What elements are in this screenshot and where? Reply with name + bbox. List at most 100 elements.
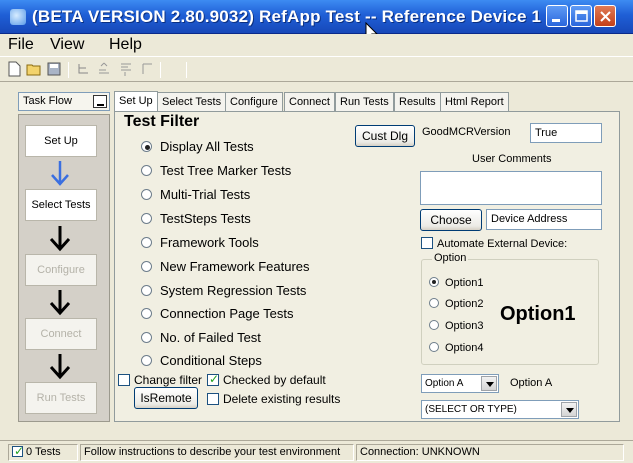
good-mcr-field[interactable]: True	[530, 123, 602, 143]
radio-icon	[141, 261, 152, 272]
toolbar	[0, 56, 633, 82]
task-flow-minimize-button[interactable]	[93, 95, 107, 108]
change-filter-checkbox[interactable]: Change filter	[118, 373, 202, 387]
choose-button[interactable]: Choose	[420, 209, 482, 231]
maximize-button[interactable]	[570, 5, 592, 27]
menu-view[interactable]: View	[50, 36, 84, 54]
radio-icon	[141, 237, 152, 248]
delete-existing-results-checkbox[interactable]: Delete existing results	[207, 392, 340, 406]
radio-icon	[429, 298, 439, 308]
tab-html-report[interactable]: Html Report	[440, 92, 509, 111]
title-bar: (BETA VERSION 2.80.9032) RefApp Test -- …	[0, 0, 633, 34]
option1-radio[interactable]: Option1	[429, 277, 484, 289]
step-select-tests[interactable]: Select Tests	[25, 189, 97, 221]
step-set-up[interactable]: Set Up	[25, 125, 97, 157]
radio-icon	[141, 285, 152, 296]
radio-icon	[429, 320, 439, 330]
chevron-down-icon[interactable]	[561, 402, 577, 417]
filter-option-conditional-steps[interactable]: Conditional Steps	[141, 353, 262, 373]
filter-option-new-framework[interactable]: New Framework Features	[141, 259, 310, 279]
filter-option-teststeps[interactable]: TestSteps Tests	[141, 211, 251, 231]
device-address-field[interactable]: Device Address	[486, 209, 602, 230]
tab-run-tests[interactable]: Run Tests	[335, 92, 394, 111]
checkbox-icon	[207, 393, 219, 405]
user-comments-label: User Comments	[472, 153, 552, 165]
option4-radio[interactable]: Option4	[429, 342, 484, 354]
toolbar-separator	[160, 62, 161, 78]
checkbox-icon	[118, 374, 130, 386]
tab-results[interactable]: Results	[394, 92, 441, 111]
tests-count: 0 Tests	[26, 446, 61, 458]
flow-arrow-icon	[51, 161, 69, 186]
filter-option-label: Conditional Steps	[160, 353, 262, 368]
selected-option-display: Option1	[500, 303, 576, 325]
close-button[interactable]	[594, 5, 616, 27]
step-connect[interactable]: Connect	[25, 318, 97, 350]
filter-option-display-all[interactable]: Display All Tests	[141, 139, 254, 159]
tab-configure[interactable]: Configure	[225, 92, 283, 111]
move-up-icon[interactable]	[96, 61, 113, 77]
new-file-icon[interactable]	[6, 61, 23, 77]
save-icon[interactable]	[46, 61, 63, 77]
task-flow-title: Task Flow	[23, 95, 72, 107]
filter-option-label: No. of Failed Test	[160, 330, 261, 345]
filter-option-connection-page[interactable]: Connection Page Tests	[141, 306, 293, 326]
test-filter-title: Test Filter	[124, 113, 200, 130]
good-mcr-label: GoodMCRVersion	[422, 126, 511, 138]
chevron-down-icon[interactable]	[481, 376, 497, 391]
radio-icon	[141, 355, 152, 366]
connection-status: Connection: UNKNOWN	[356, 444, 624, 461]
tab-connect[interactable]: Connect	[284, 92, 335, 111]
maximize-icon	[575, 10, 588, 22]
tab-select-tests[interactable]: Select Tests	[157, 92, 227, 111]
menu-help[interactable]: Help	[109, 36, 142, 54]
option-label: Option2	[445, 298, 484, 310]
radio-icon	[429, 342, 439, 352]
app-icon	[10, 9, 26, 25]
minimize-icon	[552, 19, 560, 22]
automate-label: Automate External Device:	[437, 238, 568, 250]
option3-radio[interactable]: Option3	[429, 320, 484, 332]
task-flow-header: Task Flow	[18, 92, 110, 111]
checked-by-default-label: Checked by default	[223, 373, 326, 387]
radio-icon	[141, 332, 152, 343]
tab-set-up[interactable]: Set Up	[114, 91, 158, 112]
radio-icon	[141, 308, 152, 319]
menu-file[interactable]: File	[8, 36, 34, 54]
move-down-icon[interactable]	[118, 61, 135, 77]
delete-existing-label: Delete existing results	[223, 392, 341, 406]
step-configure[interactable]: Configure	[25, 254, 97, 286]
filter-option-system-regression[interactable]: System Regression Tests	[141, 283, 306, 303]
is-remote-button[interactable]: IsRemote	[134, 387, 198, 409]
checkbox-checked-icon	[207, 372, 219, 386]
select-or-type-value: (SELECT OR TYPE)	[425, 404, 517, 415]
flow-arrow-icon	[49, 290, 71, 316]
tree-icon[interactable]	[76, 61, 93, 77]
cust-dlg-button[interactable]: Cust Dlg	[355, 125, 415, 147]
filter-option-label: TestSteps Tests	[160, 211, 251, 226]
filter-option-framework-tools[interactable]: Framework Tools	[141, 235, 259, 255]
filter-option-tree-marker[interactable]: Test Tree Marker Tests	[141, 163, 291, 183]
tests-count-panel[interactable]: 0 Tests	[8, 444, 78, 461]
radio-selected-icon	[429, 277, 439, 287]
toolbar-separator	[186, 62, 187, 78]
filter-option-failed-test[interactable]: No. of Failed Test	[141, 330, 261, 350]
user-comments-field[interactable]	[420, 171, 602, 205]
status-bar: 0 Tests Follow instructions to describe …	[0, 440, 633, 463]
select-or-type-combo[interactable]: (SELECT OR TYPE)	[421, 400, 579, 419]
option-label: Option4	[445, 342, 484, 354]
close-icon	[600, 11, 611, 22]
step-run-tests[interactable]: Run Tests	[25, 382, 97, 414]
checked-by-default-checkbox[interactable]: Checked by default	[207, 372, 326, 387]
option2-radio[interactable]: Option2	[429, 298, 484, 310]
automate-external-device-checkbox[interactable]: Automate External Device:	[421, 237, 567, 250]
menu-bar: File View Help	[0, 34, 633, 56]
option-a-select[interactable]: Option A	[421, 374, 499, 393]
open-folder-icon[interactable]	[26, 61, 43, 77]
filter-option-label: System Regression Tests	[160, 283, 307, 298]
flow-arrow-icon	[49, 354, 71, 380]
minimize-button[interactable]	[546, 5, 568, 27]
filter-icon[interactable]	[140, 61, 157, 77]
checkbox-icon	[421, 237, 433, 249]
filter-option-multi-trial[interactable]: Multi-Trial Tests	[141, 187, 250, 207]
